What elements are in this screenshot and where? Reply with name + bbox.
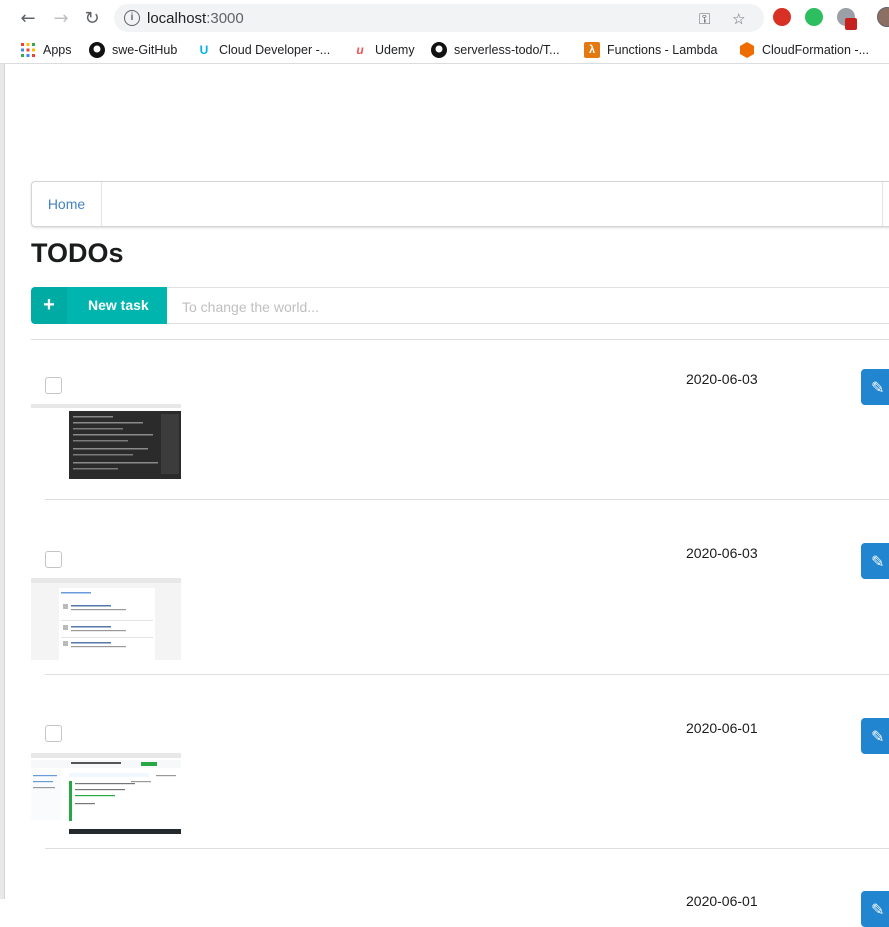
bookmark-cloudformation[interactable]: CloudFormation -... bbox=[739, 41, 869, 59]
browser-toolbar: ← → ↻ i localhost:3000 ⚿ ☆ bbox=[0, 0, 889, 36]
todo-attachment-image[interactable] bbox=[31, 578, 181, 660]
bookmark-label: Functions - Lambda bbox=[607, 43, 718, 57]
bookmark-apps[interactable]: Apps bbox=[20, 41, 72, 59]
site-info-icon[interactable]: i bbox=[124, 10, 140, 26]
cloudformation-icon bbox=[739, 42, 755, 58]
udemy-icon: u bbox=[356, 43, 364, 57]
bookmark-udemy[interactable]: u Udemy bbox=[352, 41, 415, 59]
page-title: TODOs bbox=[31, 238, 124, 268]
bookmark-label: Udemy bbox=[375, 43, 415, 57]
extension-badge-icon bbox=[845, 18, 857, 30]
edit-pencil-icon[interactable]: ✎ bbox=[861, 543, 889, 579]
window-edge bbox=[0, 64, 5, 899]
row-divider bbox=[45, 674, 889, 675]
todo-date: 2020-06-01 bbox=[686, 893, 758, 909]
edit-pencil-icon[interactable]: ✎ bbox=[861, 891, 889, 927]
url-port: :3000 bbox=[206, 10, 244, 27]
forward-arrow-icon[interactable]: → bbox=[49, 7, 73, 29]
todo-attachment-image[interactable] bbox=[31, 753, 181, 834]
bookmark-label: swe-GitHub bbox=[112, 43, 178, 57]
bookmark-serverless-todo[interactable]: serverless-todo/T... bbox=[431, 41, 560, 59]
bookmark-label: CloudFormation -... bbox=[762, 43, 869, 57]
bookmark-label: Apps bbox=[43, 43, 72, 57]
menu-divider bbox=[882, 182, 883, 226]
todo-attachment-image[interactable] bbox=[31, 404, 181, 480]
bookmark-functions-lambda[interactable]: λ Functions - Lambda bbox=[584, 41, 717, 59]
github-icon bbox=[431, 42, 447, 58]
menu-item-home[interactable]: Home bbox=[32, 182, 102, 226]
todo-date: 2020-06-01 bbox=[686, 720, 758, 736]
row-divider bbox=[45, 848, 889, 849]
github-icon bbox=[89, 42, 105, 58]
url-text: localhost:3000 bbox=[147, 10, 244, 27]
aws-lambda-icon: λ bbox=[584, 42, 600, 58]
plus-icon: + bbox=[31, 287, 67, 324]
todo-date: 2020-06-03 bbox=[686, 371, 758, 387]
bookmark-swe-github[interactable]: swe-GitHub bbox=[89, 41, 177, 59]
new-task-input[interactable]: To change the world... bbox=[167, 287, 889, 324]
edit-pencil-icon[interactable]: ✎ bbox=[861, 718, 889, 754]
bookmark-label: serverless-todo/T... bbox=[454, 43, 560, 57]
todo-checkbox[interactable] bbox=[45, 377, 62, 394]
top-menu: Home bbox=[31, 181, 889, 227]
profile-avatar[interactable] bbox=[877, 7, 889, 27]
new-task-button[interactable]: + New task bbox=[31, 287, 167, 324]
todo-checkbox[interactable] bbox=[45, 725, 62, 742]
udacity-icon: U bbox=[199, 43, 209, 57]
url-host: localhost bbox=[147, 10, 207, 27]
todo-date: 2020-06-03 bbox=[686, 545, 758, 561]
reload-icon[interactable]: ↻ bbox=[80, 7, 104, 29]
bookmark-label: Cloud Developer -... bbox=[219, 43, 331, 57]
header-divider bbox=[31, 339, 889, 340]
bookmark-cloud-developer[interactable]: U Cloud Developer -... bbox=[196, 41, 331, 59]
edit-pencil-icon[interactable]: ✎ bbox=[861, 369, 889, 405]
evernote-extension-icon[interactable] bbox=[805, 8, 823, 26]
back-arrow-icon[interactable]: ← bbox=[16, 7, 40, 29]
bookmarks-bar: Apps swe-GitHub U Cloud Developer -... u… bbox=[0, 36, 889, 64]
apps-grid-icon bbox=[20, 42, 36, 58]
adblock-extension-icon[interactable] bbox=[773, 8, 791, 26]
row-divider bbox=[45, 499, 889, 500]
key-icon[interactable]: ⚿ bbox=[699, 10, 710, 28]
address-bar[interactable]: i localhost:3000 ⚿ ☆ bbox=[114, 4, 764, 32]
todo-checkbox[interactable] bbox=[45, 551, 62, 568]
star-icon[interactable]: ☆ bbox=[732, 10, 745, 28]
new-task-label: New task bbox=[88, 297, 149, 313]
